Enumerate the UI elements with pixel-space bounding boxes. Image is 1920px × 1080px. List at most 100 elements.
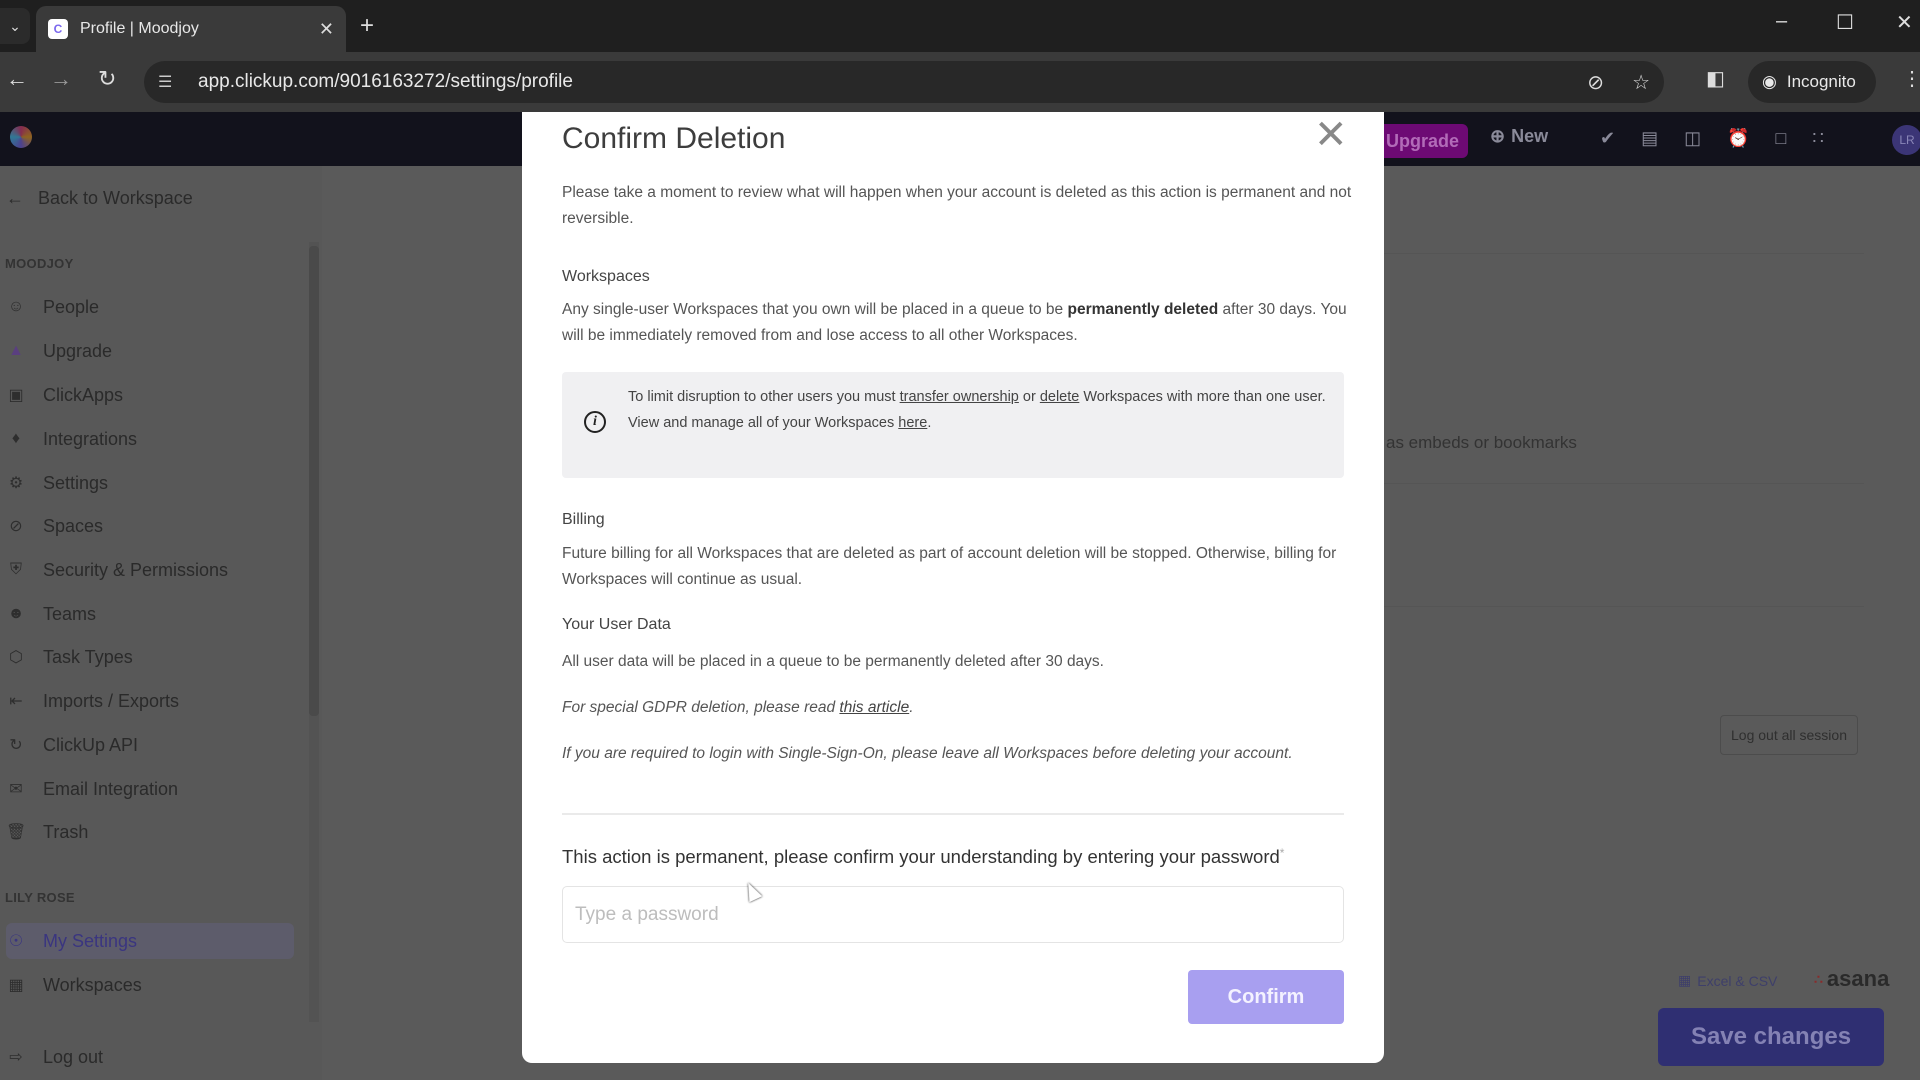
sidebar-item-my-settings[interactable]: ☉ My Settings (6, 923, 294, 959)
incognito-indicator[interactable]: ◉ Incognito (1748, 61, 1876, 103)
sidebar-item-label: Spaces (43, 515, 104, 536)
eye-off-icon[interactable]: ⊘ (1587, 70, 1604, 95)
chevron-down-icon: ⌄ (9, 17, 21, 34)
sidebar-item-imports-exports[interactable]: ⇤ Imports / Exports (6, 683, 294, 719)
window-close-icon[interactable]: ✕ (1896, 10, 1913, 35)
required-asterisk: * (1279, 846, 1285, 860)
address-bar-row: ← → ↻ ☰ app.clickup.com/9016163272/setti… (0, 52, 1920, 112)
user-avatar[interactable]: LR (1892, 125, 1920, 155)
check-circle-icon[interactable]: ✔ (1600, 128, 1615, 149)
incognito-icon: ◉ (1762, 72, 1777, 91)
bookmark-star-icon[interactable]: ☆ (1632, 70, 1650, 95)
plus-circle-icon: ⊕ (1490, 126, 1506, 146)
save-changes-label: Save changes (1690, 1023, 1852, 1050)
sidebar-item-spaces[interactable]: ⊘ Spaces (6, 508, 294, 544)
alarm-clock-icon[interactable]: ⏰ (1727, 128, 1749, 149)
password-input[interactable] (562, 886, 1344, 943)
cube-icon: ⬡ (9, 649, 23, 666)
minimize-icon[interactable]: – (1776, 10, 1787, 33)
sidebar-logout[interactable]: ⇨ Log out (6, 1039, 294, 1075)
team-icon: ☻ (7, 605, 25, 622)
sidebar-item-workspaces[interactable]: ▦ Workspaces (6, 967, 294, 1003)
apps-grid-icon[interactable]: ∷ (1812, 128, 1823, 149)
user-section-label: LILY ROSE (5, 890, 75, 905)
person-icon: ☺ (7, 298, 25, 315)
upgrade-icon: ▲ (8, 342, 24, 359)
save-changes-button[interactable]: Save changes (1658, 1008, 1884, 1066)
workspaces-text: Any single-user Workspaces that you own … (562, 297, 1352, 349)
sidebar-item-label: Trash (43, 821, 89, 842)
tab-search-dropdown[interactable]: ⌄ (0, 8, 30, 44)
sidebar-item-label: My Settings (43, 930, 138, 951)
manage-workspaces-here-link[interactable]: here (898, 415, 927, 431)
api-icon: ↻ (9, 737, 23, 754)
tab-title: Profile | Moodjoy (80, 20, 199, 37)
forward-arrow-icon[interactable]: → (50, 66, 72, 92)
transfer-ownership-link[interactable]: transfer ownership (900, 389, 1019, 405)
workspaces-text-bold: permanently deleted (1067, 301, 1219, 318)
info-icon: i (584, 411, 606, 433)
site-info-icon[interactable]: ☰ (158, 72, 180, 92)
avatar-initials: LR (1899, 133, 1915, 147)
sidebar-item-email-integration[interactable]: ✉ Email Integration (6, 771, 294, 807)
sidebar-item-security[interactable]: ⛨ Security & Permissions (6, 552, 294, 588)
excel-csv-label: Excel & CSV (1697, 972, 1778, 989)
maximize-icon[interactable]: ☐ (1836, 10, 1854, 35)
back-to-workspace-link[interactable]: ← Back to Workspace (6, 188, 193, 209)
header-new-button[interactable]: ⊕ New (1490, 126, 1548, 147)
sidebar-item-task-types[interactable]: ⬡ Task Types (6, 639, 294, 675)
sidebar-item-trash[interactable]: 🗑 Trash (6, 814, 294, 850)
sidebar-item-label: ClickApps (43, 384, 124, 405)
gdpr-post: . (909, 699, 914, 716)
gdpr-article-link[interactable]: this article (839, 699, 909, 716)
workspaces-text-pre: Any single-user Workspaces that you own … (562, 301, 1068, 318)
delete-workspaces-link[interactable]: delete (1040, 389, 1080, 405)
close-tab-icon[interactable]: ✕ (319, 19, 334, 40)
sidebar-logout-label: Log out (43, 1046, 104, 1067)
clickup-favicon-icon: C (48, 19, 68, 39)
confirm-label: Confirm (1227, 985, 1305, 1008)
sidebar-item-clickapps[interactable]: ▣ ClickApps (6, 377, 294, 413)
import-icon: ⇤ (9, 693, 23, 710)
user-circle-icon: ☉ (8, 933, 24, 950)
notepad-icon[interactable]: ▤ (1641, 128, 1658, 149)
gear-icon: ⚙ (8, 475, 24, 492)
browser-menu-kebab-icon[interactable]: ⋮ (1902, 66, 1920, 91)
shield-icon: ⛨ (9, 561, 22, 578)
sidebar-scrollbar-thumb[interactable] (309, 246, 319, 716)
sidebar-item-people[interactable]: ☺ People (6, 289, 294, 325)
logout-all-sessions-button[interactable]: Log out all session (1720, 715, 1858, 755)
reload-icon[interactable]: ↻ (98, 66, 116, 92)
excel-csv-import[interactable]: ▦ Excel & CSV (1678, 972, 1777, 989)
confirm-button[interactable]: Confirm (1188, 970, 1344, 1024)
planet-icon: ⊘ (9, 518, 23, 535)
header-upgrade-label: Upgrade (1386, 130, 1460, 151)
document-icon[interactable]: □ (1776, 128, 1787, 149)
user-data-heading: Your User Data (562, 616, 671, 633)
back-arrow-icon[interactable]: ← (6, 66, 28, 92)
password-prompt: This action is permanent, please confirm… (562, 846, 1284, 868)
sidebar-item-label: Task Types (43, 646, 133, 667)
info-callout: i To limit disruption to other users you… (562, 372, 1344, 478)
video-record-icon[interactable]: ◫ (1684, 128, 1701, 149)
spreadsheet-icon: ▦ (1678, 972, 1692, 988)
url-text[interactable]: app.clickup.com/9016163272/settings/prof… (198, 71, 573, 93)
sidebar-item-settings[interactable]: ⚙ Settings (6, 465, 294, 501)
modal-divider (562, 813, 1344, 815)
header-upgrade-button[interactable]: Upgrade (1384, 124, 1468, 158)
arrow-left-icon: ← (6, 188, 24, 208)
side-panel-icon[interactable]: ◧ (1706, 66, 1725, 91)
clickup-logo-icon[interactable] (10, 126, 32, 148)
asana-import[interactable]: ∴ asana (1814, 966, 1889, 992)
browser-tab-strip: ⌄ C Profile | Moodjoy ✕ + – ☐ ✕ (0, 0, 1920, 52)
sidebar-item-teams[interactable]: ☻ Teams (6, 596, 294, 632)
sidebar-item-integrations[interactable]: ♦ Integrations (6, 421, 294, 457)
browser-tab[interactable]: C Profile | Moodjoy ✕ (36, 6, 346, 52)
close-icon[interactable]: ✕ (1314, 112, 1348, 158)
mail-icon: ✉ (9, 781, 23, 798)
omnibox[interactable]: ☰ app.clickup.com/9016163272/settings/pr… (144, 61, 1664, 103)
sidebar-item-clickup-api[interactable]: ↻ ClickUp API (6, 727, 294, 763)
user-data-text: All user data will be placed in a queue … (562, 653, 1104, 670)
new-tab-button[interactable]: + (360, 12, 374, 40)
sidebar-item-upgrade[interactable]: ▲ Upgrade (6, 333, 294, 369)
